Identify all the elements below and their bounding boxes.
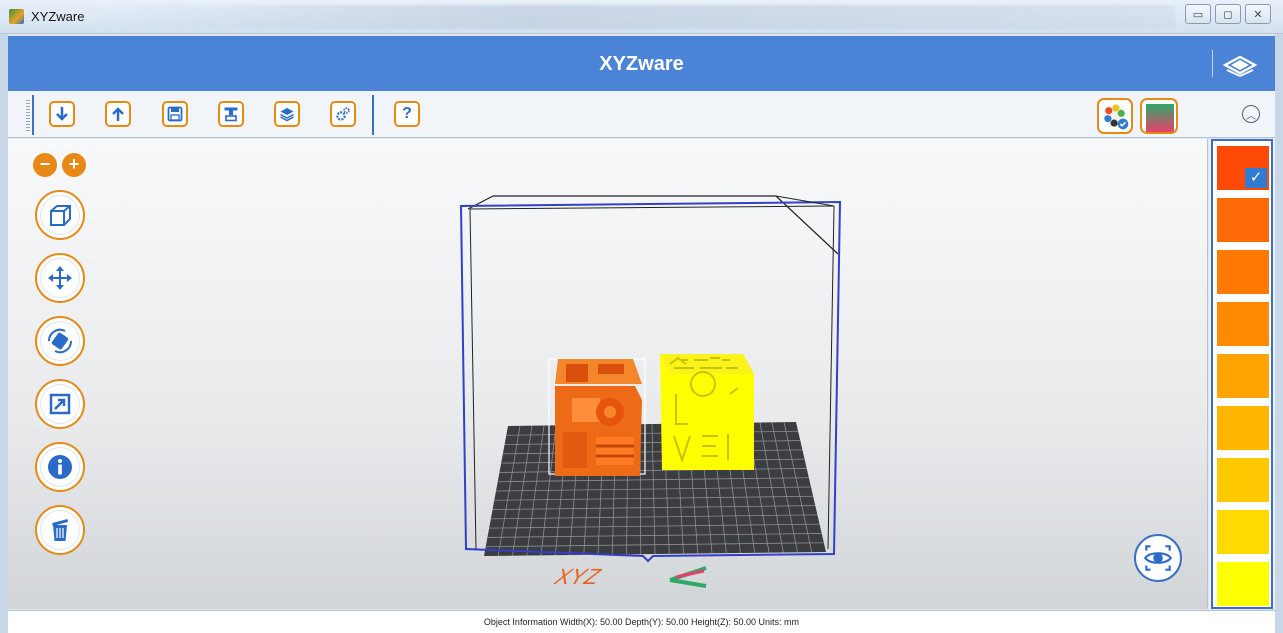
- color-swatch[interactable]: ✓: [1217, 146, 1269, 190]
- yellow-love-cube-model[interactable]: [660, 354, 754, 470]
- xyz-logo-icon[interactable]: [1223, 51, 1257, 77]
- window-border-left: [0, 34, 8, 633]
- color-swatch[interactable]: [1217, 302, 1269, 346]
- toolbar-separator: [32, 95, 34, 135]
- background-taskbar-blur: [95, 5, 1175, 29]
- color-swatch[interactable]: [1217, 354, 1269, 398]
- color-swatch[interactable]: [1217, 406, 1269, 450]
- info-icon: [48, 455, 72, 479]
- color-swatch[interactable]: [1217, 510, 1269, 554]
- app-icon: [9, 9, 24, 24]
- toolbar-separator: [372, 95, 374, 135]
- color-swatch[interactable]: [1217, 198, 1269, 242]
- rotate-button[interactable]: [35, 316, 85, 366]
- print-button[interactable]: [218, 101, 244, 127]
- print-bed-scene[interactable]: XYZ: [448, 154, 848, 594]
- gradient-button[interactable]: [1140, 98, 1178, 134]
- eye-icon: [1143, 545, 1173, 571]
- floppy-disk-icon: [167, 106, 183, 122]
- move-button[interactable]: [35, 253, 85, 303]
- arrow-up-icon: [112, 107, 124, 121]
- window-title-bar: XYZware ▭ ◻ ✕: [0, 0, 1283, 34]
- scale-button[interactable]: [35, 379, 85, 429]
- layers-button[interactable]: [274, 101, 300, 127]
- cube-icon: [50, 205, 71, 226]
- status-bar: Object Information Width(X): 50.00 Depth…: [8, 610, 1275, 633]
- window-border-right: [1275, 34, 1283, 633]
- window-title: XYZware: [31, 9, 85, 24]
- 3d-viewport[interactable]: − + XYZ: [8, 139, 1208, 609]
- close-button[interactable]: ✕: [1245, 4, 1271, 24]
- minimize-button[interactable]: ▭: [1185, 4, 1211, 24]
- rotate-icon: [47, 328, 73, 354]
- toolbar-grip[interactable]: [26, 100, 30, 132]
- layers-icon: [280, 108, 294, 122]
- view-cube-button[interactable]: [35, 190, 85, 240]
- export-button[interactable]: [105, 101, 131, 127]
- app-title: XYZware: [599, 53, 684, 75]
- xyz-floor-logo: XYZ: [551, 564, 707, 589]
- help-button[interactable]: ?: [394, 101, 420, 127]
- scale-icon: [49, 393, 71, 415]
- maximize-button[interactable]: ◻: [1215, 4, 1241, 24]
- view-reset-button[interactable]: [1134, 534, 1182, 582]
- save-button[interactable]: [162, 101, 188, 127]
- delete-button[interactable]: [35, 505, 85, 555]
- zoom-out-button[interactable]: −: [33, 153, 57, 177]
- printer-3d-icon: [224, 107, 238, 122]
- gradient-icon: [1146, 104, 1174, 132]
- color-swatch[interactable]: [1217, 458, 1269, 502]
- app-header: XYZware: [8, 36, 1275, 91]
- color-swatch[interactable]: [1217, 562, 1269, 606]
- arrow-down-icon: [56, 107, 68, 121]
- zoom-in-button[interactable]: +: [62, 153, 86, 177]
- gears-icon: [336, 107, 350, 121]
- color-mode-button[interactable]: [1097, 98, 1133, 134]
- collapse-toolbar-icon[interactable]: ︿: [1242, 105, 1260, 123]
- xyz-logo-text: XYZ: [551, 564, 605, 589]
- trash-icon: [52, 519, 69, 541]
- main-toolbar: ? ︿: [8, 91, 1275, 138]
- color-swatch[interactable]: [1217, 250, 1269, 294]
- import-button[interactable]: [49, 101, 75, 127]
- move-arrows-icon: [48, 266, 72, 290]
- selected-check-icon: ✓: [1245, 168, 1267, 188]
- header-divider: [1212, 50, 1213, 77]
- color-palette-icon: [1103, 104, 1129, 130]
- help-label: ?: [402, 105, 412, 122]
- settings-button[interactable]: [330, 101, 356, 127]
- object-info-button[interactable]: [35, 442, 85, 492]
- color-palette-panel: ✓: [1209, 139, 1275, 609]
- orange-love-cube-model[interactable]: [548, 358, 646, 476]
